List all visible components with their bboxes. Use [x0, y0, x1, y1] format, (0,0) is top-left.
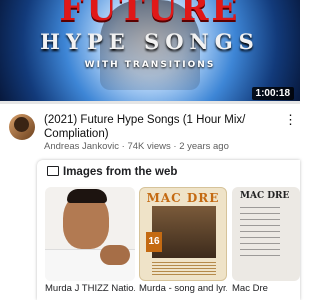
- upload-age: 2 years ago: [179, 141, 229, 152]
- thumbnail-subtitle-text: HYPE SONGS: [40, 29, 260, 54]
- image-icon: [47, 166, 59, 176]
- card-header-label: Images from the web: [63, 166, 178, 178]
- video-thumbnail[interactable]: FUTURE HYPE SONGS WITH TRANSITIONS 1:00:…: [0, 0, 300, 104]
- card-header: Images from the web: [47, 166, 177, 178]
- progress-bar: [0, 101, 300, 104]
- more-options-icon[interactable]: ⋮: [284, 113, 297, 126]
- channel-name[interactable]: Andreas Jankovic: [44, 141, 119, 152]
- thumbnail-small-text: WITH TRANSITIONS: [84, 60, 216, 70]
- image-thumb-2: MAC DRE 16: [139, 187, 227, 281]
- image-thumb-1: [45, 187, 135, 281]
- channel-avatar[interactable]: [9, 114, 35, 140]
- thumb-badge-number: 16: [146, 232, 162, 252]
- image-caption-2: Murda - song and lyr...: [139, 283, 227, 294]
- video-title[interactable]: (2021) Future Hype Songs (1 Hour Mix/ Co…: [44, 113, 276, 141]
- duration-badge: 1:00:18: [251, 87, 294, 100]
- image-tile-1[interactable]: Murda J THIZZ Natio...: [45, 187, 135, 297]
- thumb-brand-text: MAC DRE: [146, 191, 220, 205]
- image-caption-3: Mac Dre: [232, 283, 268, 294]
- thumbnail-title-text: FUTURE: [59, 0, 241, 29]
- images-from-web-card: Images from the web Murda J THIZZ Natio.…: [37, 160, 300, 300]
- video-meta: Andreas Jankovic · 74K views · 2 years a…: [44, 141, 229, 152]
- meta-separator: ·: [170, 141, 180, 152]
- image-tile-2[interactable]: MAC DRE 16 Murda - song and lyr...: [139, 187, 227, 297]
- view-count: 74K views: [127, 141, 171, 152]
- image-thumb-3: MAC DRE: [232, 187, 300, 281]
- image-tile-3[interactable]: MAC DRE Mac Dre: [232, 187, 300, 297]
- thumb-brand-text: MAC DRE: [240, 191, 290, 201]
- image-caption-1: Murda J THIZZ Natio...: [45, 283, 135, 294]
